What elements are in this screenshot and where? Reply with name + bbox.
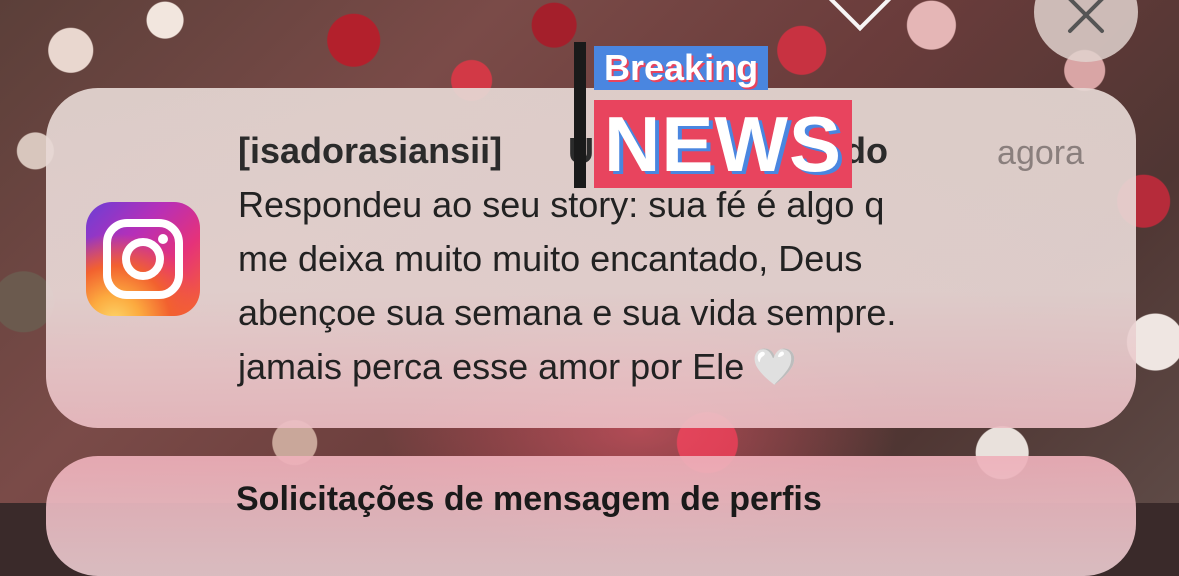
instagram-icon bbox=[86, 202, 200, 316]
sticker-bar bbox=[574, 42, 586, 188]
white-heart-icon: 🤍 bbox=[752, 346, 798, 387]
notification-2-title: Solicitações de mensagem de perfis bbox=[236, 480, 822, 518]
body-line-3: abençoe sua semana e sua vida sempre. bbox=[238, 292, 897, 333]
notification-body: Respondeu ao seu story: sua fé é algo q … bbox=[238, 178, 1098, 394]
sticker-breaking-label: Breaking bbox=[594, 46, 769, 90]
close-icon bbox=[1068, 0, 1104, 33]
body-line-2: me deixa muito muito encantado, Deus bbox=[238, 238, 863, 279]
body-line-4: jamais perca esse amor por Ele 🤍 bbox=[238, 340, 1098, 394]
notification-sender: [isadorasiansii] bbox=[238, 130, 503, 171]
notification-card[interactable]: [isadorasiansii] Udo agora Respondeu ao … bbox=[46, 88, 1136, 428]
notification-time: agora bbox=[997, 134, 1084, 172]
body-line-4-text: jamais perca esse amor por Ele bbox=[238, 346, 745, 387]
sticker-news-label: NEWS bbox=[594, 100, 852, 188]
notification-card-2[interactable]: Solicitações de mensagem de perfis bbox=[46, 456, 1136, 576]
